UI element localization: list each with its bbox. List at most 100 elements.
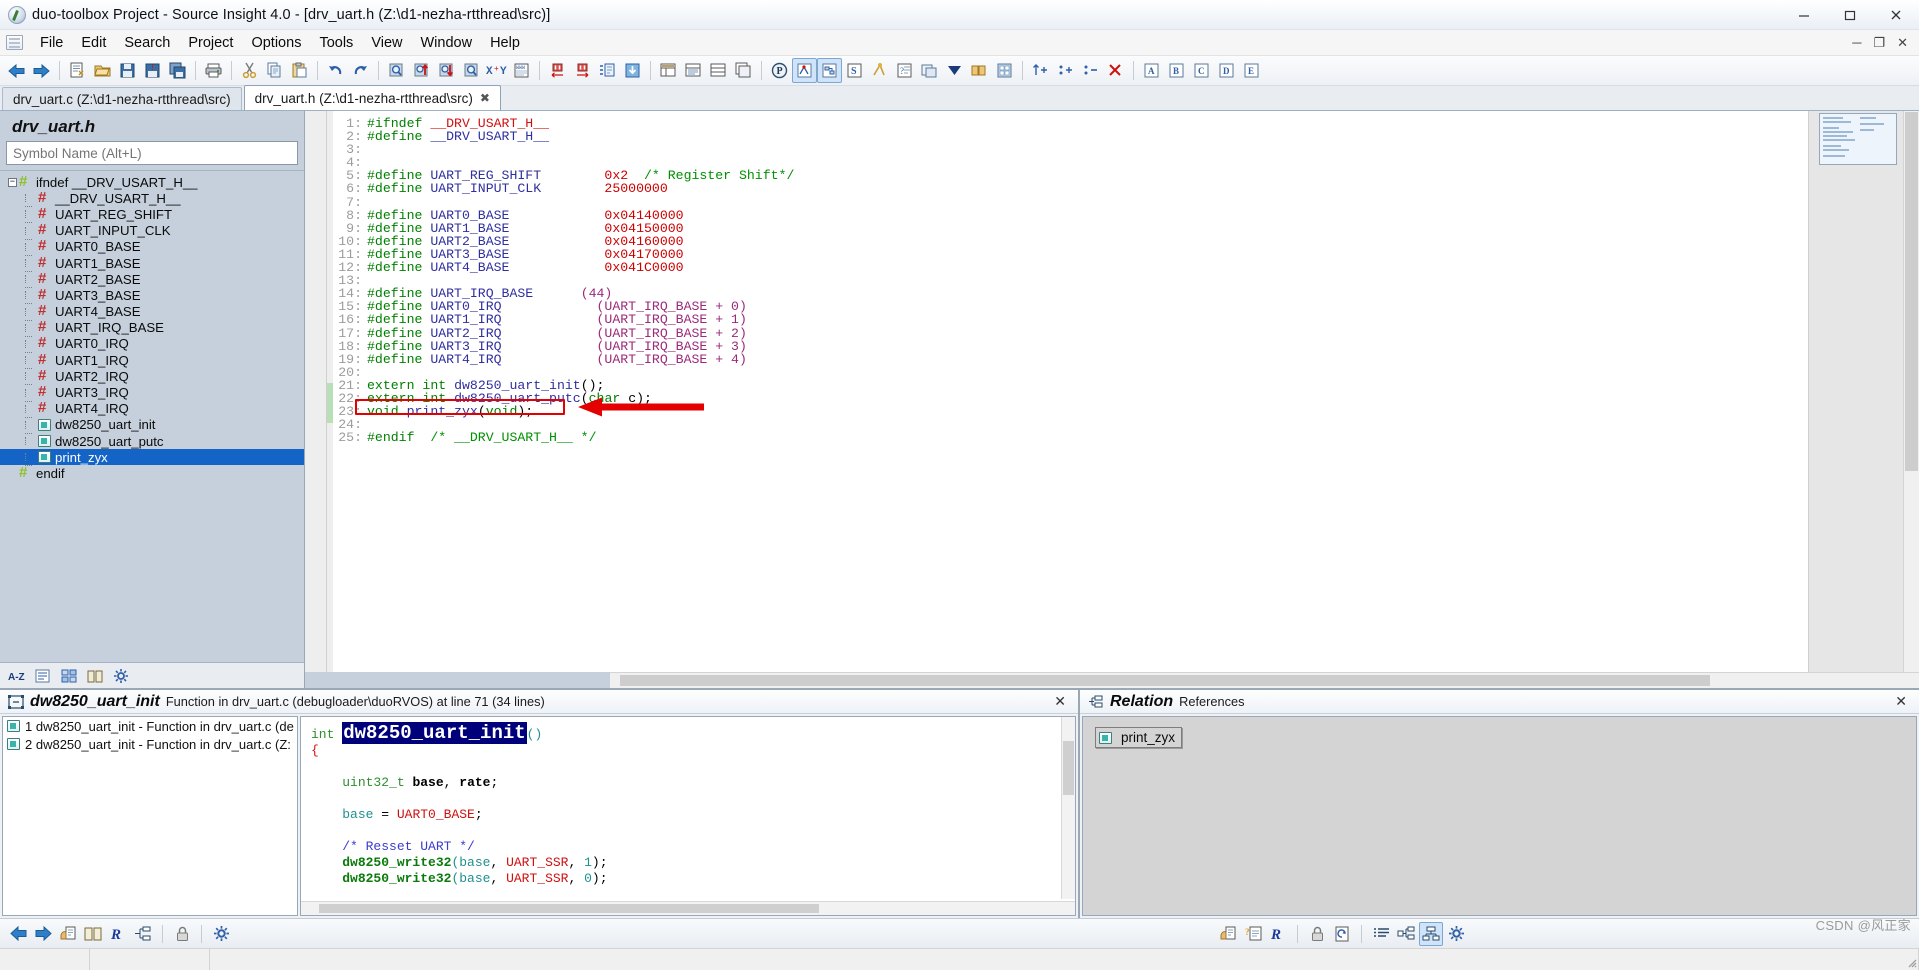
- symbol-tree-item[interactable]: UART3_BASE: [0, 286, 304, 305]
- sort-alpha-icon[interactable]: A-Z: [6, 666, 28, 686]
- menu-help[interactable]: Help: [481, 32, 529, 54]
- forward-icon[interactable]: [29, 58, 54, 83]
- refresh-icon[interactable]: [1330, 922, 1354, 946]
- outdent-icon[interactable]: [620, 58, 645, 83]
- scrollbar-thumb[interactable]: [620, 675, 1710, 686]
- close-icon[interactable]: ✕: [1891, 693, 1911, 710]
- panel-b-icon[interactable]: B: [1164, 58, 1189, 83]
- relation-graph-icon[interactable]: [817, 58, 842, 83]
- book-icon[interactable]: [81, 922, 105, 946]
- highlight-icon[interactable]: [1216, 922, 1240, 946]
- back-icon[interactable]: [6, 922, 30, 946]
- add-all-icon[interactable]: [1053, 58, 1078, 83]
- editor-minimap[interactable]: [1819, 113, 1897, 165]
- flat-list-icon[interactable]: [32, 666, 54, 686]
- menu-project[interactable]: Project: [179, 32, 242, 54]
- symbol-tree-item[interactable]: UART2_IRQ: [0, 367, 304, 386]
- symbol-tree-item[interactable]: UART2_BASE: [0, 270, 304, 289]
- symbol-tree-item[interactable]: UART1_BASE: [0, 254, 304, 273]
- settings-icon[interactable]: [1444, 922, 1468, 946]
- menu-view[interactable]: View: [362, 32, 411, 54]
- mdi-minimize-button[interactable]: ─: [1847, 35, 1866, 50]
- mdi-close-button[interactable]: ✕: [1892, 35, 1913, 51]
- back-icon[interactable]: [4, 58, 29, 83]
- settings-icon[interactable]: [209, 922, 233, 946]
- symbol-tree-item[interactable]: UART1_IRQ: [0, 351, 304, 370]
- open-file-icon[interactable]: [90, 58, 115, 83]
- book-icon[interactable]: [84, 666, 106, 686]
- close-icon[interactable]: ✖: [480, 91, 490, 105]
- search-web-icon[interactable]: WWW: [509, 58, 534, 83]
- symbol-tree-item[interactable]: UART_IRQ_BASE: [0, 318, 304, 337]
- mdi-restore-button[interactable]: ❐: [1868, 35, 1890, 51]
- maximize-button[interactable]: [1827, 0, 1873, 30]
- menu-search[interactable]: Search: [115, 32, 179, 54]
- scrollbar-thumb[interactable]: [1905, 112, 1918, 472]
- new-file-icon[interactable]: [65, 58, 90, 83]
- relation-icon[interactable]: R: [106, 922, 130, 946]
- replace-icon[interactable]: X + Y: [484, 58, 509, 83]
- jump-icon[interactable]: [867, 58, 892, 83]
- smart-rename-icon[interactable]: [942, 58, 967, 83]
- forward-icon[interactable]: [31, 922, 55, 946]
- relation-graph-canvas[interactable]: print_zyx: [1082, 716, 1917, 916]
- context-symbol-list[interactable]: 1 dw8250_uart_init - Function in drv_uar…: [2, 716, 298, 916]
- relation-window-icon[interactable]: [792, 58, 817, 83]
- undo-icon[interactable]: [323, 58, 348, 83]
- file-tab-drv-uart-h[interactable]: drv_uart.h (Z:\d1-nezha-rtthread\src) ✖: [243, 85, 501, 110]
- copy-icon[interactable]: [262, 58, 287, 83]
- preview-vertical-scrollbar[interactable]: [1061, 717, 1075, 899]
- panel-c-icon[interactable]: C: [1189, 58, 1214, 83]
- indent-icon[interactable]: [595, 58, 620, 83]
- expander-collapse-icon[interactable]: −: [6, 177, 19, 187]
- symbol-window-icon[interactable]: [656, 58, 681, 83]
- redo-icon[interactable]: [348, 58, 373, 83]
- symbol-tree-item[interactable]: __DRV_USART_H__: [0, 189, 304, 208]
- remove-file-icon[interactable]: [1078, 58, 1103, 83]
- cut-icon[interactable]: [237, 58, 262, 83]
- browse-icon[interactable]: ?: [892, 58, 917, 83]
- editor-vertical-scrollbar[interactable]: [1903, 111, 1919, 672]
- menu-window[interactable]: Window: [411, 32, 481, 54]
- menu-options[interactable]: Options: [242, 32, 310, 54]
- file-tab-drv-uart-c[interactable]: drv_uart.c (Z:\d1-nezha-rtthread\src): [2, 87, 242, 110]
- save-all-icon[interactable]: [165, 58, 190, 83]
- scrollbar-thumb[interactable]: [1063, 741, 1074, 795]
- help-doc-icon[interactable]: ?: [1241, 922, 1265, 946]
- paste-icon[interactable]: [287, 58, 312, 83]
- search-backward-icon[interactable]: [409, 58, 434, 83]
- list-view-icon[interactable]: [1369, 922, 1393, 946]
- horizontal-tree-icon[interactable]: [1394, 922, 1418, 946]
- panel-d-icon[interactable]: D: [1214, 58, 1239, 83]
- file-list-icon[interactable]: [706, 58, 731, 83]
- outline-icon[interactable]: [131, 922, 155, 946]
- resize-grip[interactable]: [1905, 956, 1917, 968]
- symbol-info-icon[interactable]: S: [842, 58, 867, 83]
- symbol-search-input[interactable]: [6, 141, 298, 165]
- close-icon[interactable]: ✕: [1050, 693, 1070, 710]
- doc-options-icon[interactable]: [967, 58, 992, 83]
- lock-icon[interactable]: [170, 922, 194, 946]
- context-list-item[interactable]: 2 dw8250_uart_init - Function in drv_uar…: [3, 735, 297, 753]
- bookmark-left-icon[interactable]: [545, 58, 570, 83]
- symbol-tree-item[interactable]: UART3_IRQ: [0, 383, 304, 402]
- preview-horizontal-scrollbar[interactable]: [301, 901, 1075, 915]
- context-list-item[interactable]: 1 dw8250_uart_init - Function in drv_uar…: [3, 717, 297, 735]
- group-icon[interactable]: [58, 666, 80, 686]
- settings-icon[interactable]: [110, 666, 132, 686]
- symbol-tree-item[interactable]: UART_INPUT_CLK: [0, 221, 304, 240]
- symbol-tree-item[interactable]: UART4_BASE: [0, 302, 304, 321]
- symbol-tree-item[interactable]: UART4_IRQ: [0, 399, 304, 418]
- save-as-icon[interactable]: !: [140, 58, 165, 83]
- menu-tools[interactable]: Tools: [310, 32, 362, 54]
- minimize-button[interactable]: [1781, 0, 1827, 30]
- panel-a-icon[interactable]: A: [1139, 58, 1164, 83]
- menu-edit[interactable]: Edit: [72, 32, 115, 54]
- highlight-icon[interactable]: [56, 922, 80, 946]
- callers-icon[interactable]: [917, 58, 942, 83]
- file-props-icon[interactable]: [992, 58, 1017, 83]
- symbol-tree-item[interactable]: endif: [0, 464, 304, 481]
- search-icon[interactable]: [384, 58, 409, 83]
- add-file-icon[interactable]: [1028, 58, 1053, 83]
- clip-window-icon[interactable]: [731, 58, 756, 83]
